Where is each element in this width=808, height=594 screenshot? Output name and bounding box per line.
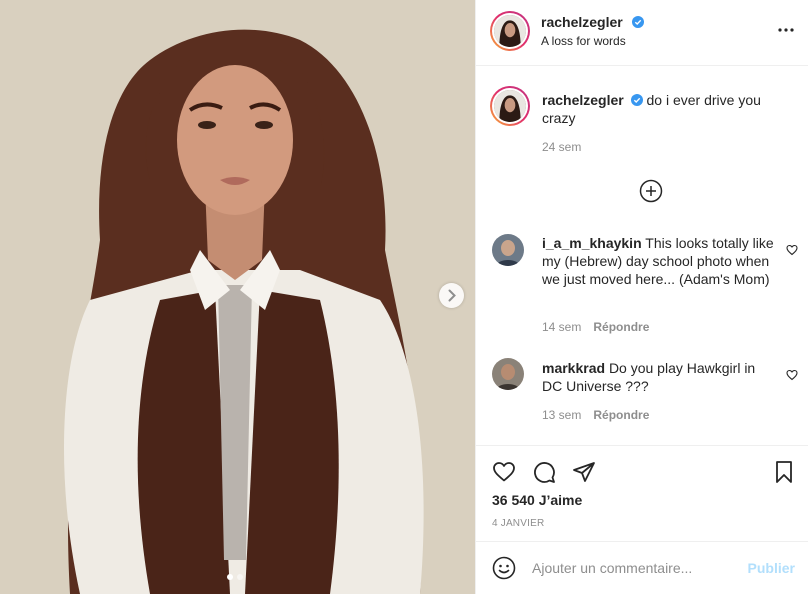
verified-badge-icon (630, 92, 643, 106)
more-options-icon[interactable] (777, 21, 795, 39)
caption-body: rachelzegler do i ever drive you crazy (542, 91, 792, 127)
author-username[interactable]: rachelzegler (541, 14, 623, 30)
emoji-button[interactable] (492, 556, 516, 580)
comment-text-block: i_a_m_khaykin This looks totally like my… (542, 234, 778, 288)
post-side-panel: rachelzegler A loss for words rachelzegl… (475, 0, 808, 594)
comment-text-block: markkrad Do you play Hawkgirl in DC Univ… (542, 359, 778, 395)
smiley-icon (492, 556, 516, 580)
bookmark-icon (776, 461, 792, 483)
post-header: rachelzegler A loss for words (476, 0, 808, 66)
comment-bubble-icon (534, 462, 555, 483)
comment-like-button[interactable] (786, 368, 798, 381)
add-comment-bar: Publier (476, 541, 808, 594)
comment-meta: 13 sem Répondre (542, 408, 649, 422)
post-actions: 36 540 J’aime 4 JANVIER (476, 445, 808, 545)
caption-username[interactable]: rachelzegler (542, 92, 624, 108)
carousel-dot (237, 574, 243, 580)
comment-timestamp[interactable]: 14 sem (542, 320, 581, 334)
comment-button[interactable] (532, 460, 556, 484)
caption-story-ring[interactable] (490, 86, 530, 126)
next-photo-button[interactable] (439, 283, 464, 308)
like-button[interactable] (492, 460, 516, 484)
plus-circle-icon (639, 179, 663, 203)
verified-badge-icon (632, 15, 644, 28)
post-photo[interactable] (0, 0, 475, 594)
commenter-username[interactable]: i_a_m_khaykin (542, 235, 642, 251)
heart-icon (493, 462, 515, 482)
comment-input[interactable] (532, 554, 732, 582)
carousel-indicator (227, 574, 243, 580)
share-button[interactable] (572, 460, 596, 484)
post-date[interactable]: 4 JANVIER (492, 518, 544, 529)
avatar (494, 15, 526, 47)
commenter-avatar[interactable] (492, 358, 524, 390)
comment-meta: 14 sem Répondre (542, 320, 649, 334)
caption-avatar (494, 90, 526, 122)
reply-button[interactable]: Répondre (593, 320, 649, 334)
save-button[interactable] (772, 460, 796, 484)
story-ring[interactable] (490, 11, 530, 51)
carousel-dot-active (227, 574, 233, 580)
reply-button[interactable]: Répondre (593, 408, 649, 422)
paper-plane-icon (573, 462, 595, 482)
portrait-image (0, 0, 475, 594)
comment-like-button[interactable] (786, 243, 798, 256)
post-location[interactable]: A loss for words (541, 34, 626, 48)
commenter-avatar[interactable] (492, 234, 524, 266)
heart-icon (786, 369, 798, 381)
comment-timestamp[interactable]: 13 sem (542, 408, 581, 422)
chevron-right-icon (448, 289, 456, 302)
heart-icon (786, 244, 798, 256)
load-more-comments-button[interactable] (639, 179, 663, 203)
likes-count[interactable]: 36 540 J’aime (492, 492, 582, 508)
caption-timestamp[interactable]: 24 sem (542, 140, 581, 154)
commenter-username[interactable]: markkrad (542, 360, 605, 376)
publish-button[interactable]: Publier (748, 560, 795, 576)
